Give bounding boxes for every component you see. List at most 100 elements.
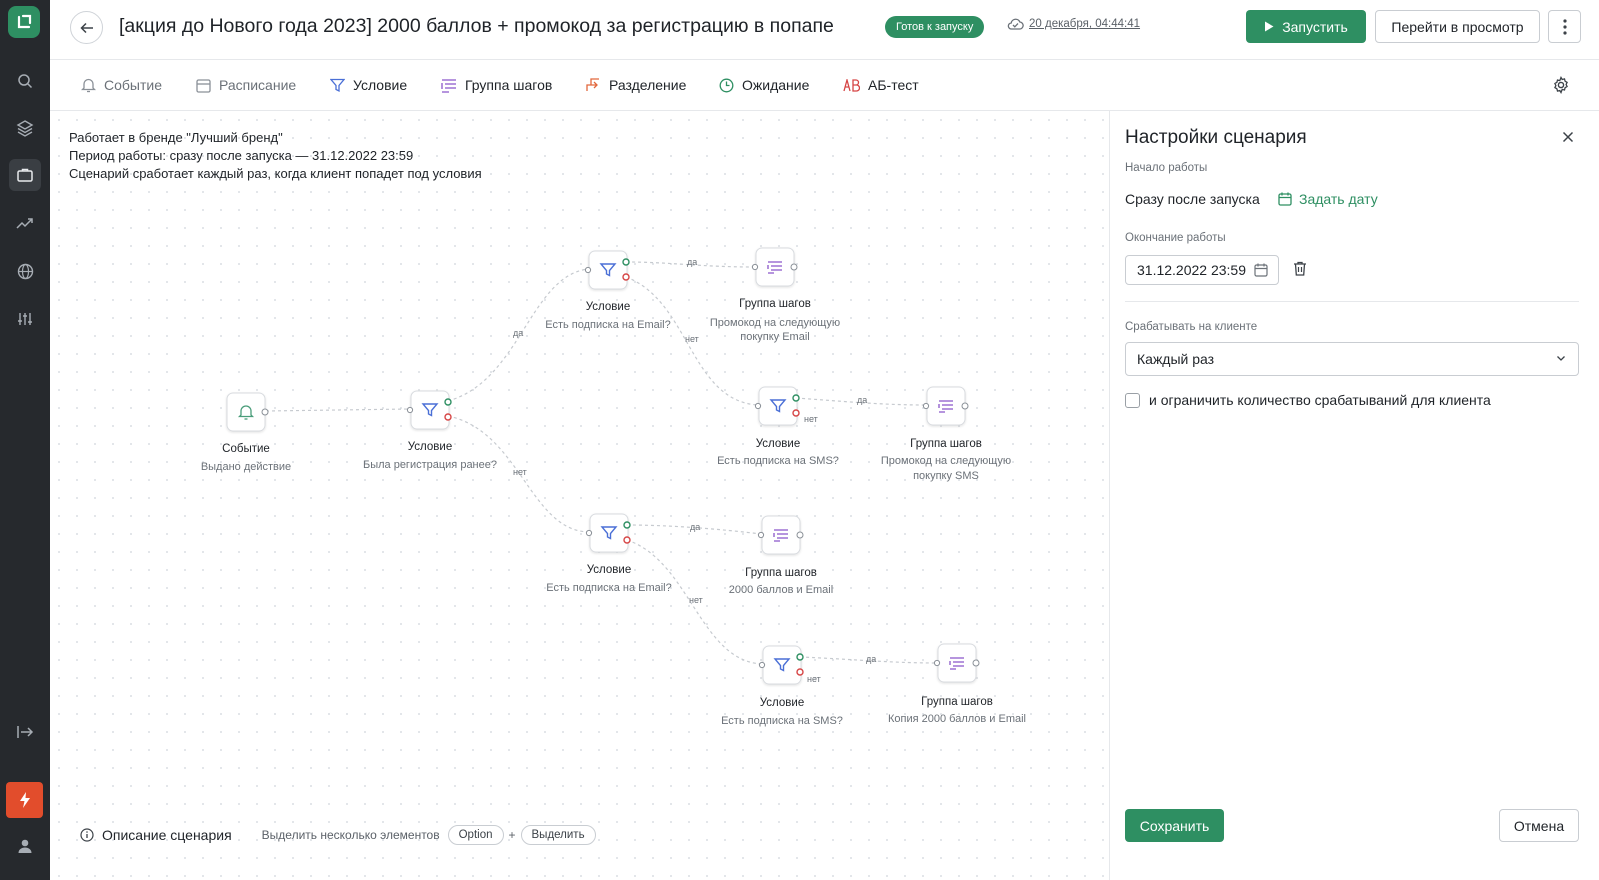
edge-label-no: нет <box>513 467 527 477</box>
divider <box>1125 301 1579 302</box>
node-subtitle: Была регистрация ранее? <box>363 459 497 471</box>
edge-event-to-cond <box>265 408 411 412</box>
tool-ab-test[interactable]: АБ-тест <box>843 60 919 110</box>
node-title: Условие <box>587 564 631 576</box>
node-event[interactable]: Событие Выдано действие <box>201 392 291 473</box>
tool-label: Разделение <box>609 77 687 93</box>
app-logo-icon[interactable] <box>8 6 40 38</box>
edge-label-yes: да <box>687 257 697 267</box>
search-icon[interactable] <box>9 65 41 97</box>
cancel-button[interactable]: Отмена <box>1499 809 1579 842</box>
tool-label: Условие <box>353 77 408 93</box>
limit-checkbox[interactable] <box>1125 392 1140 408</box>
node-subtitle: Выдано действие <box>201 461 291 473</box>
tool-label: АБ-тест <box>868 77 919 93</box>
node-subtitle: Промокод на следующую <box>881 455 1011 467</box>
limit-checkbox-row[interactable]: и ограничить количество срабатываний для… <box>1125 392 1491 408</box>
tool-event[interactable]: Событие <box>81 60 162 110</box>
close-icon[interactable] <box>1560 129 1576 145</box>
edge-label-no: нет <box>807 674 821 684</box>
edge-label-no: нет <box>685 334 699 344</box>
node-subtitle: покупку Email <box>740 331 809 343</box>
globe-icon[interactable] <box>9 255 41 287</box>
edge-label-yes: да <box>513 328 523 338</box>
saved-timestamp[interactable]: 20 декабря, 04:44:41 <box>1029 18 1140 30</box>
trigger-label: Срабатывать на клиенте <box>1125 321 1258 333</box>
node-step-group-2[interactable]: Группа шагов Промокод на следующую покуп… <box>881 386 1011 482</box>
node-step-group-1[interactable]: Группа шагов Промокод на следующую покуп… <box>710 247 840 343</box>
briefcase-icon[interactable] <box>9 159 41 191</box>
node-title: Группа шагов <box>739 298 811 310</box>
node-subtitle: Копия 2000 баллов и Email <box>888 713 1026 725</box>
arrow-left-icon <box>79 22 93 33</box>
tool-label: Ожидание <box>742 77 810 93</box>
save-button[interactable]: Сохранить <box>1125 809 1224 842</box>
scenario-description-button[interactable]: Описание сценария <box>80 827 232 843</box>
back-button[interactable] <box>70 11 103 44</box>
tool-schedule[interactable]: Расписание <box>196 60 296 110</box>
node-title: Событие <box>222 443 270 455</box>
node-subtitle: Промокод на следующую <box>710 317 840 329</box>
kebab-menu-icon <box>1562 18 1567 35</box>
scenario-description-label: Описание сценария <box>102 827 232 843</box>
run-button[interactable]: Запустить <box>1246 10 1366 43</box>
node-condition-registration[interactable]: Условие Была регистрация ранее? <box>363 390 497 471</box>
node-title: Группа шагов <box>745 567 817 579</box>
split-icon <box>586 77 601 91</box>
key-option-badge: Option <box>447 825 504 845</box>
key-plus: + <box>508 828 516 842</box>
trash-icon[interactable] <box>1293 261 1307 276</box>
node-condition-sms-1[interactable]: Условие Есть подписка на SMS? <box>717 386 839 467</box>
calendar-icon <box>196 78 211 93</box>
node-title: Группа шагов <box>921 696 993 708</box>
node-title: Условие <box>756 438 800 450</box>
edge-label-yes: да <box>690 522 700 532</box>
node-step-group-3[interactable]: Группа шагов 2000 баллов и Email <box>729 515 833 596</box>
node-subtitle: Есть подписка на SMS? <box>717 455 839 467</box>
edge-label-yes: да <box>866 654 876 664</box>
set-date-label: Задать дату <box>1299 191 1378 207</box>
trigger-select-value: Каждый раз <box>1137 351 1215 367</box>
tool-condition[interactable]: Условие <box>330 60 407 110</box>
scenario-settings-panel: Настройки сценария Начало работы Сразу п… <box>1109 111 1599 880</box>
logout-icon[interactable] <box>9 716 41 748</box>
more-menu-button[interactable] <box>1548 10 1581 43</box>
node-subtitle: Есть подписка на SMS? <box>721 715 843 727</box>
node-subtitle: Есть подписка на Email? <box>545 319 671 331</box>
scenario-header: [акция до Нового года 2023] 2000 баллов … <box>50 0 1599 60</box>
tool-wait[interactable]: Ожидание <box>719 60 809 110</box>
save-status: 20 декабря, 04:44:41 <box>1007 18 1140 30</box>
node-step-group-4[interactable]: Группа шагов Копия 2000 баллов и Email <box>888 643 1026 725</box>
preview-button[interactable]: Перейти в просмотр <box>1375 10 1540 43</box>
edge-label-no: нет <box>689 595 703 605</box>
edge-label-no: нет <box>804 414 818 424</box>
flow-canvas[interactable]: Работает в бренде "Лучший бренд" Период … <box>50 111 1109 880</box>
page-title: [акция до Нового года 2023] 2000 баллов … <box>119 15 834 37</box>
end-label: Окончание работы <box>1125 232 1226 244</box>
step-group-icon <box>441 78 456 93</box>
tool-label: Событие <box>104 77 162 93</box>
tool-label: Группа шагов <box>465 77 553 93</box>
chevron-down-icon <box>1557 356 1565 361</box>
node-subtitle: 2000 баллов и Email <box>729 584 833 596</box>
start-value: Сразу после запуска <box>1125 191 1260 207</box>
sliders-icon[interactable] <box>9 303 41 335</box>
clock-icon <box>719 78 734 92</box>
edge-label-yes: да <box>857 395 867 405</box>
panel-title: Настройки сценария <box>1125 127 1307 148</box>
tool-split[interactable]: Разделение <box>585 60 686 110</box>
info-icon <box>80 828 94 842</box>
lightning-icon[interactable] <box>6 782 43 818</box>
node-title: Условие <box>760 697 804 709</box>
trigger-select[interactable]: Каждый раз <box>1125 342 1579 376</box>
trend-icon[interactable] <box>9 207 41 239</box>
user-icon[interactable] <box>9 830 41 862</box>
set-date-link[interactable]: Задать дату <box>1278 191 1378 207</box>
end-date-field[interactable]: 31.12.2022 23:59 <box>1125 255 1279 285</box>
multi-select-hint: Выделить несколько элементов <box>261 828 440 842</box>
node-toolbar: Событие Расписание Условие Группа шагов … <box>50 60 1599 111</box>
gear-icon[interactable] <box>1552 76 1570 94</box>
tool-step-group[interactable]: Группа шагов <box>441 60 552 110</box>
limit-checkbox-label: и ограничить количество срабатываний для… <box>1149 392 1491 408</box>
layers-icon[interactable] <box>9 112 41 144</box>
